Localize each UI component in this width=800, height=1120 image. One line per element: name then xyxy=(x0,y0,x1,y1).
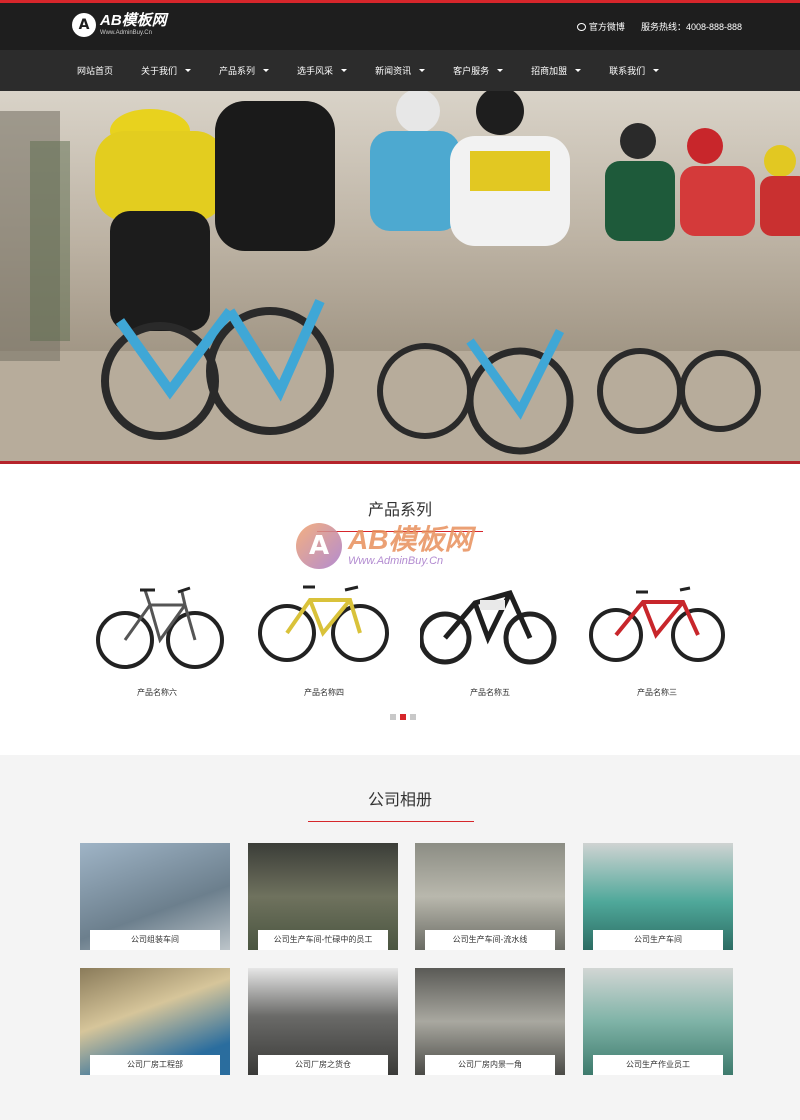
carousel-pagination xyxy=(390,714,416,720)
chevron-down-icon xyxy=(419,69,426,72)
site-logo[interactable]: A AB模板网 Www.AdminBuy.Cn xyxy=(72,13,167,37)
weibo-icon xyxy=(576,22,586,31)
carousel-dot[interactable] xyxy=(410,714,416,720)
nav-item-home[interactable]: 网站首页 xyxy=(77,64,113,77)
company-album-section: 公司相册 公司组装车间 公司生产车间-忙碌中的员工 公司生产车间-流水线 公司生… xyxy=(0,755,800,1120)
nav-item-service[interactable]: 客户服务 xyxy=(453,64,504,77)
album-photo[interactable]: 公司厂房工程部 xyxy=(80,968,230,1075)
bike-image xyxy=(258,585,389,662)
site-header: A AB模板网 Www.AdminBuy.Cn 官方微博 服务热线：4008-8… xyxy=(0,3,800,50)
products-title: 产品系列 xyxy=(367,500,432,519)
product-name[interactable]: 产品名称六 xyxy=(82,687,232,698)
album-photo[interactable]: 公司生产作业员工 xyxy=(583,968,733,1075)
nav-item-products[interactable]: 产品系列 xyxy=(219,64,270,77)
chevron-down-icon xyxy=(185,69,192,72)
logo-subtitle: Www.AdminBuy.Cn xyxy=(100,30,152,36)
product-card[interactable] xyxy=(588,580,728,690)
chevron-down-icon xyxy=(497,69,504,72)
album-photo[interactable]: 公司组装车间 xyxy=(80,843,230,950)
service-hotline: 服务热线：4008-888-888 xyxy=(640,22,742,32)
album-photo[interactable]: 公司厂房之货仓 xyxy=(248,968,398,1075)
chevron-down-icon xyxy=(341,69,348,72)
nav-item-about[interactable]: 关于我们 xyxy=(141,64,192,77)
bike-image xyxy=(418,589,557,665)
weibo-link[interactable]: 官方微博 xyxy=(589,20,625,33)
album-photo[interactable]: 公司生产车间 xyxy=(583,843,733,950)
logo-title: AB模板网 xyxy=(100,12,167,29)
logo-icon: A xyxy=(72,13,96,37)
album-title-underline xyxy=(308,821,474,822)
chevron-down-icon xyxy=(653,69,660,72)
chevron-down-icon xyxy=(575,69,582,72)
nav-item-news[interactable]: 新闻资讯 xyxy=(375,64,426,77)
product-card[interactable] xyxy=(255,575,390,685)
bike-image xyxy=(96,586,224,669)
watermark-logo: A AB模板网 Www.AdminBuy.Cn xyxy=(296,523,472,569)
album-photo[interactable]: 公司生产车间-忙碌中的员工 xyxy=(248,843,398,950)
product-name[interactable]: 产品名称三 xyxy=(582,687,732,698)
carousel-dot[interactable] xyxy=(390,714,396,720)
main-nav: 网站首页 关于我们 产品系列 选手风采 新闻资讯 客户服务 招商加盟 联系我们 xyxy=(0,50,800,91)
chevron-down-icon xyxy=(263,69,270,72)
product-card[interactable] xyxy=(418,578,560,688)
carousel-dot-active[interactable] xyxy=(400,714,406,720)
nav-item-contact[interactable]: 联系我们 xyxy=(609,64,660,77)
product-name[interactable]: 产品名称五 xyxy=(415,687,565,698)
album-photo[interactable]: 公司生产车间-流水线 xyxy=(415,843,565,950)
nav-item-franchise[interactable]: 招商加盟 xyxy=(531,64,582,77)
hero-banner-cyclists[interactable] xyxy=(0,91,800,464)
product-name[interactable]: 产品名称四 xyxy=(249,687,399,698)
bike-image xyxy=(589,586,725,662)
album-photo[interactable]: 公司厂房内景一角 xyxy=(415,968,565,1075)
product-card[interactable] xyxy=(90,570,225,680)
album-title: 公司相册 xyxy=(367,790,432,809)
nav-item-riders[interactable]: 选手风采 xyxy=(297,64,348,77)
